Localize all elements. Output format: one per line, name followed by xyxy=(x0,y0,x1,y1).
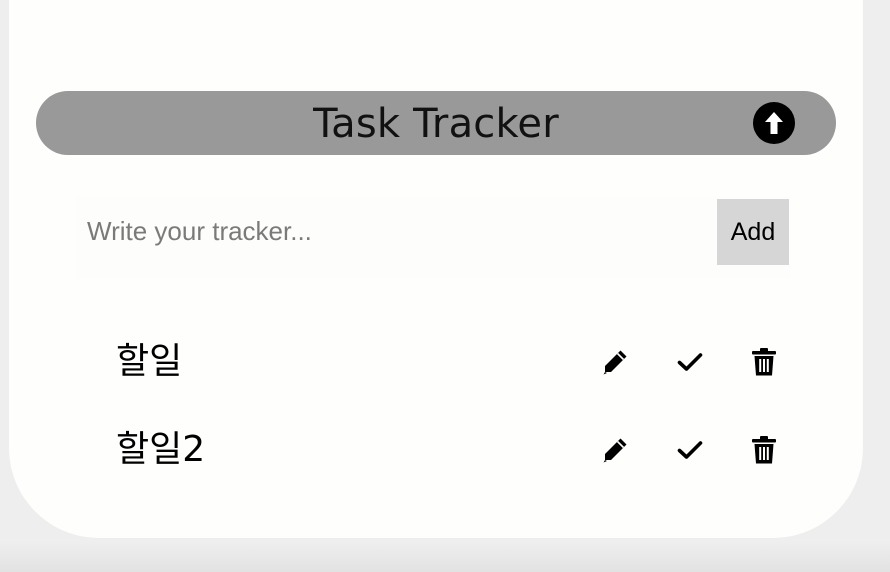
arrow-up-icon xyxy=(765,112,783,134)
task-item: 할일2 xyxy=(116,425,786,475)
check-icon[interactable] xyxy=(674,434,706,466)
trash-icon[interactable] xyxy=(748,434,780,466)
collapse-button[interactable] xyxy=(753,102,795,144)
trash-icon[interactable] xyxy=(748,346,780,378)
pencil-icon[interactable] xyxy=(599,434,631,466)
pencil-icon[interactable] xyxy=(599,346,631,378)
task-label: 할일2 xyxy=(116,429,206,470)
task-tracker-header: Task Tracker xyxy=(36,91,836,155)
page-background xyxy=(0,540,890,572)
task-item: 할일 xyxy=(116,337,786,387)
header-title: Task Tracker xyxy=(313,101,559,147)
add-button[interactable]: Add xyxy=(717,199,789,265)
check-icon[interactable] xyxy=(674,346,706,378)
tracker-form: Add xyxy=(76,197,790,279)
tracker-input[interactable] xyxy=(76,197,706,265)
task-label: 할일 xyxy=(116,341,183,382)
